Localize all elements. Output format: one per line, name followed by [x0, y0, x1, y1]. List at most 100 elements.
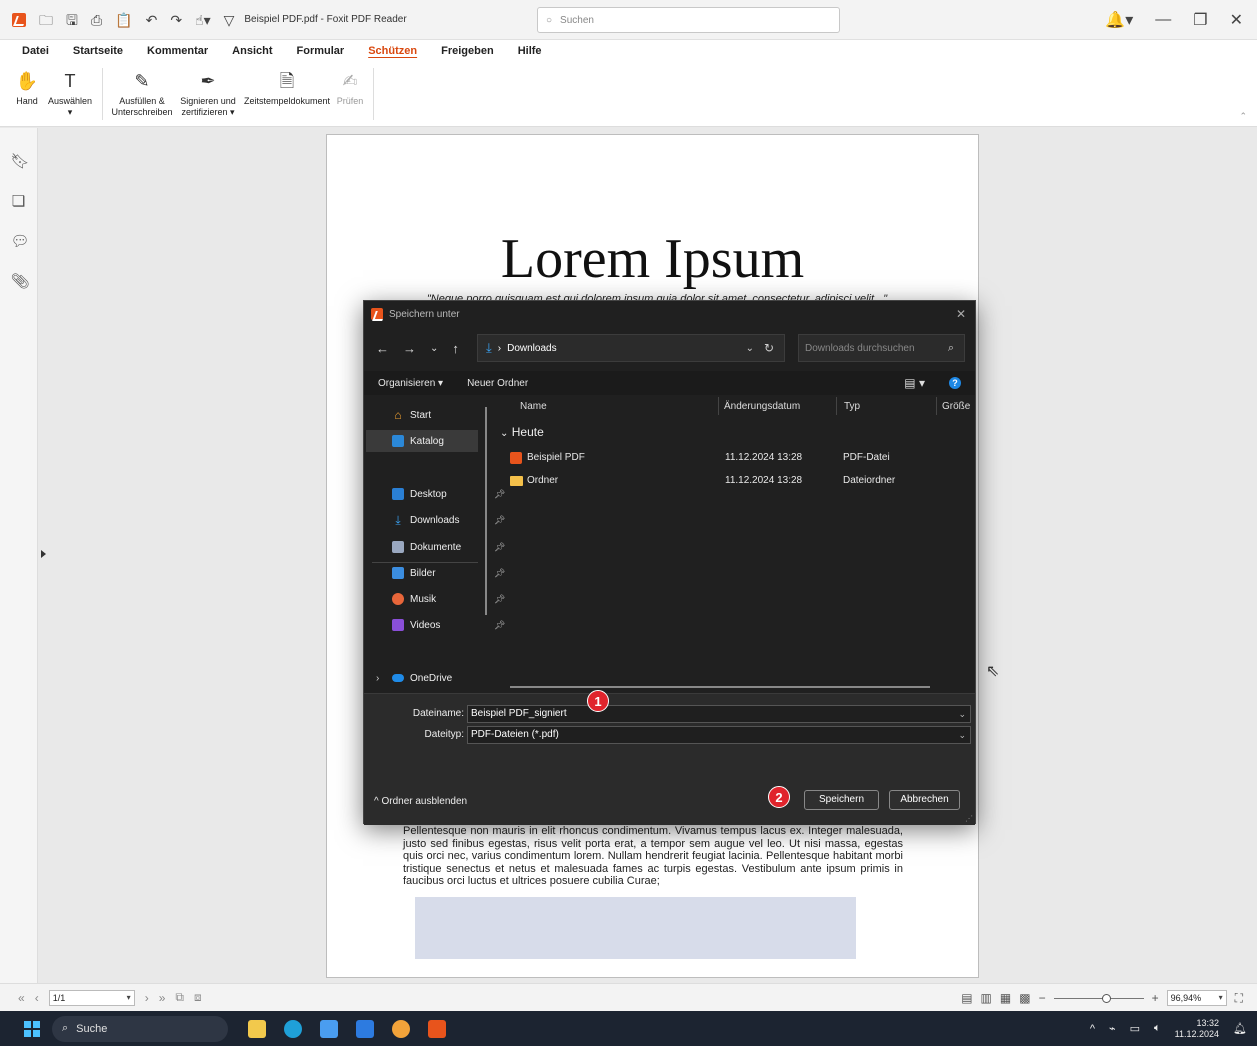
- menu-datei[interactable]: Datei: [10, 40, 61, 62]
- customize-toolbar-icon[interactable]: ▽: [224, 13, 235, 27]
- sign-certify-button[interactable]: ✒ Signieren und zertifizieren ▾: [175, 62, 241, 118]
- expand-chevron-icon[interactable]: ›: [376, 673, 379, 684]
- nav-item-start[interactable]: ⌂ Start: [392, 404, 431, 426]
- filename-input[interactable]: Beispiel PDF_signiert ⌄: [467, 705, 971, 723]
- up-arrow-icon[interactable]: ↑: [452, 341, 459, 356]
- file-explorer-icon[interactable]: [248, 1019, 266, 1038]
- notification-bell-icon[interactable]: 🔔▾: [1105, 10, 1133, 30]
- group-header[interactable]: ⌄ Heute: [500, 425, 544, 439]
- last-page-icon[interactable]: »: [159, 991, 166, 1005]
- zoom-slider[interactable]: [1053, 993, 1144, 1003]
- expand-panel-icon[interactable]: [41, 550, 46, 558]
- dialog-search-input[interactable]: Downloads durchsuchen ⌕: [798, 334, 965, 362]
- column-header-date[interactable]: Änderungsdatum: [724, 401, 800, 412]
- continuous-view-icon[interactable]: ▥: [981, 991, 992, 1005]
- minimize-button[interactable]: —: [1155, 11, 1171, 29]
- collapse-ribbon-icon[interactable]: ⌃: [1239, 111, 1247, 122]
- menu-formular[interactable]: Formular: [285, 40, 357, 62]
- store-icon[interactable]: [320, 1019, 338, 1038]
- zoom-out-icon[interactable]: −: [1039, 991, 1046, 1005]
- column-header-size[interactable]: Größe: [942, 401, 970, 412]
- nav-item-music[interactable]: Musik 📌︎: [392, 588, 505, 610]
- chrome-icon[interactable]: [392, 1019, 410, 1038]
- continuous-facing-view-icon[interactable]: ▩: [1019, 991, 1030, 1005]
- resize-grip-icon[interactable]: ⋰: [965, 814, 973, 823]
- new-folder-button[interactable]: Neuer Ordner: [467, 378, 528, 389]
- save-icon[interactable]: 🖫: [66, 13, 78, 27]
- filename-dropdown-icon[interactable]: ⌄: [958, 706, 966, 722]
- nav-item-catalog[interactable]: Katalog: [366, 430, 478, 452]
- view-options-icon[interactable]: ▤ ▾: [904, 376, 925, 390]
- redo-icon[interactable]: ↷: [170, 13, 182, 27]
- address-dropdown-icon[interactable]: ⌄: [746, 343, 754, 354]
- file-list-scrollbar[interactable]: [510, 686, 930, 688]
- timestamp-button[interactable]: 🗎 Zeitstempeldokument: [241, 62, 333, 107]
- file-row[interactable]: Beispiel PDF 11.12.2024 13:28 PDF-Datei: [510, 448, 970, 468]
- menu-ansicht[interactable]: Ansicht: [220, 40, 284, 62]
- refresh-icon[interactable]: ↻: [764, 341, 774, 355]
- volume-icon[interactable]: 🔈︎: [1154, 1022, 1161, 1035]
- edge-icon[interactable]: [284, 1019, 302, 1038]
- menu-hilfe[interactable]: Hilfe: [506, 40, 554, 62]
- search-box[interactable]: ○ Suchen: [537, 7, 840, 33]
- menu-kommentar[interactable]: Kommentar: [135, 40, 220, 62]
- foxit-taskbar-icon[interactable]: [428, 1019, 446, 1038]
- nav-item-downloads[interactable]: ⤓ Downloads 📌︎: [392, 509, 505, 531]
- facing-view-icon[interactable]: ▦: [1000, 991, 1011, 1005]
- hand-button[interactable]: ✋ Hand: [10, 62, 44, 107]
- recent-dropdown-icon[interactable]: ⌄: [430, 343, 438, 354]
- previous-page-icon[interactable]: ‹: [35, 991, 39, 1005]
- first-page-icon[interactable]: «: [18, 991, 25, 1005]
- previous-view-icon[interactable]: ⧉: [175, 990, 184, 1005]
- address-bar[interactable]: ⤓ › Downloads ⌄ ↻: [477, 334, 785, 362]
- organize-button[interactable]: Organisieren ▾: [378, 378, 443, 389]
- nav-item-onedrive[interactable]: OneDrive: [392, 667, 452, 689]
- menu-startseite[interactable]: Startseite: [61, 40, 135, 62]
- pages-icon[interactable]: ❏: [11, 192, 27, 210]
- filetype-dropdown-icon[interactable]: ⌄: [958, 727, 966, 743]
- taskbar-search[interactable]: ⌕ Suche: [52, 1015, 228, 1042]
- fill-sign-button[interactable]: ✎ Ausfüllen & Unterschreiben: [109, 62, 175, 118]
- column-header-type[interactable]: Typ: [844, 401, 860, 412]
- zoom-dropdown-icon[interactable]: ▾: [1219, 991, 1223, 1005]
- attachment-icon[interactable]: 📎︎: [11, 272, 30, 290]
- undo-icon[interactable]: ↶: [146, 13, 158, 27]
- restore-button[interactable]: ❐: [1193, 10, 1207, 30]
- nav-item-pictures[interactable]: Bilder 📌︎: [392, 562, 505, 584]
- network-icon[interactable]: ⌁: [1109, 1022, 1116, 1035]
- zoom-in-icon[interactable]: +: [1152, 991, 1159, 1005]
- back-arrow-icon[interactable]: ←: [376, 341, 389, 356]
- hand-tool-icon[interactable]: ☝▾: [195, 13, 211, 27]
- open-folder-icon[interactable]: 🗀: [39, 13, 53, 27]
- tray-expand-icon[interactable]: ^: [1090, 1023, 1095, 1035]
- column-separator[interactable]: [718, 397, 719, 415]
- validate-button[interactable]: ✍ Prüfen: [333, 62, 367, 107]
- zoom-level-input[interactable]: 96,94% ▾: [1166, 990, 1227, 1006]
- forward-arrow-icon[interactable]: →: [403, 341, 416, 356]
- bookmark-icon[interactable]: 🔖︎: [11, 152, 30, 170]
- single-page-view-icon[interactable]: ▤: [961, 991, 972, 1005]
- column-header-name[interactable]: Name: [520, 401, 547, 412]
- save-button[interactable]: Speichern: [804, 790, 879, 810]
- page-number-input[interactable]: 1/1 ▾: [48, 989, 135, 1006]
- select-button[interactable]: T Auswählen ▾: [44, 62, 96, 118]
- app-icon[interactable]: [356, 1019, 374, 1038]
- cancel-button[interactable]: Abbrechen: [889, 790, 960, 810]
- nav-item-videos[interactable]: Videos 📌︎: [392, 614, 505, 636]
- help-icon[interactable]: ?: [949, 377, 961, 389]
- column-separator[interactable]: [936, 397, 937, 415]
- dialog-close-icon[interactable]: ✕: [956, 307, 966, 321]
- next-page-icon[interactable]: ›: [145, 991, 149, 1005]
- fullscreen-icon[interactable]: ⛶: [1235, 991, 1243, 1006]
- menu-schuetzen[interactable]: Schützen: [356, 40, 429, 62]
- close-button[interactable]: ✕: [1230, 10, 1243, 30]
- nav-scrollbar[interactable]: [485, 407, 487, 615]
- windows-start-icon[interactable]: [24, 1020, 40, 1037]
- filetype-select[interactable]: PDF-Dateien (*.pdf) ⌄: [467, 726, 971, 744]
- file-row[interactable]: Ordner 11.12.2024 13:28 Dateiordner: [510, 471, 970, 491]
- hide-folders-button[interactable]: ^ Ordner ausblenden: [374, 796, 467, 807]
- column-separator[interactable]: [836, 397, 837, 415]
- zoom-slider-knob[interactable]: [1101, 993, 1111, 1003]
- comments-icon[interactable]: 💬︎: [11, 232, 30, 250]
- paste-icon[interactable]: 📋: [115, 13, 132, 27]
